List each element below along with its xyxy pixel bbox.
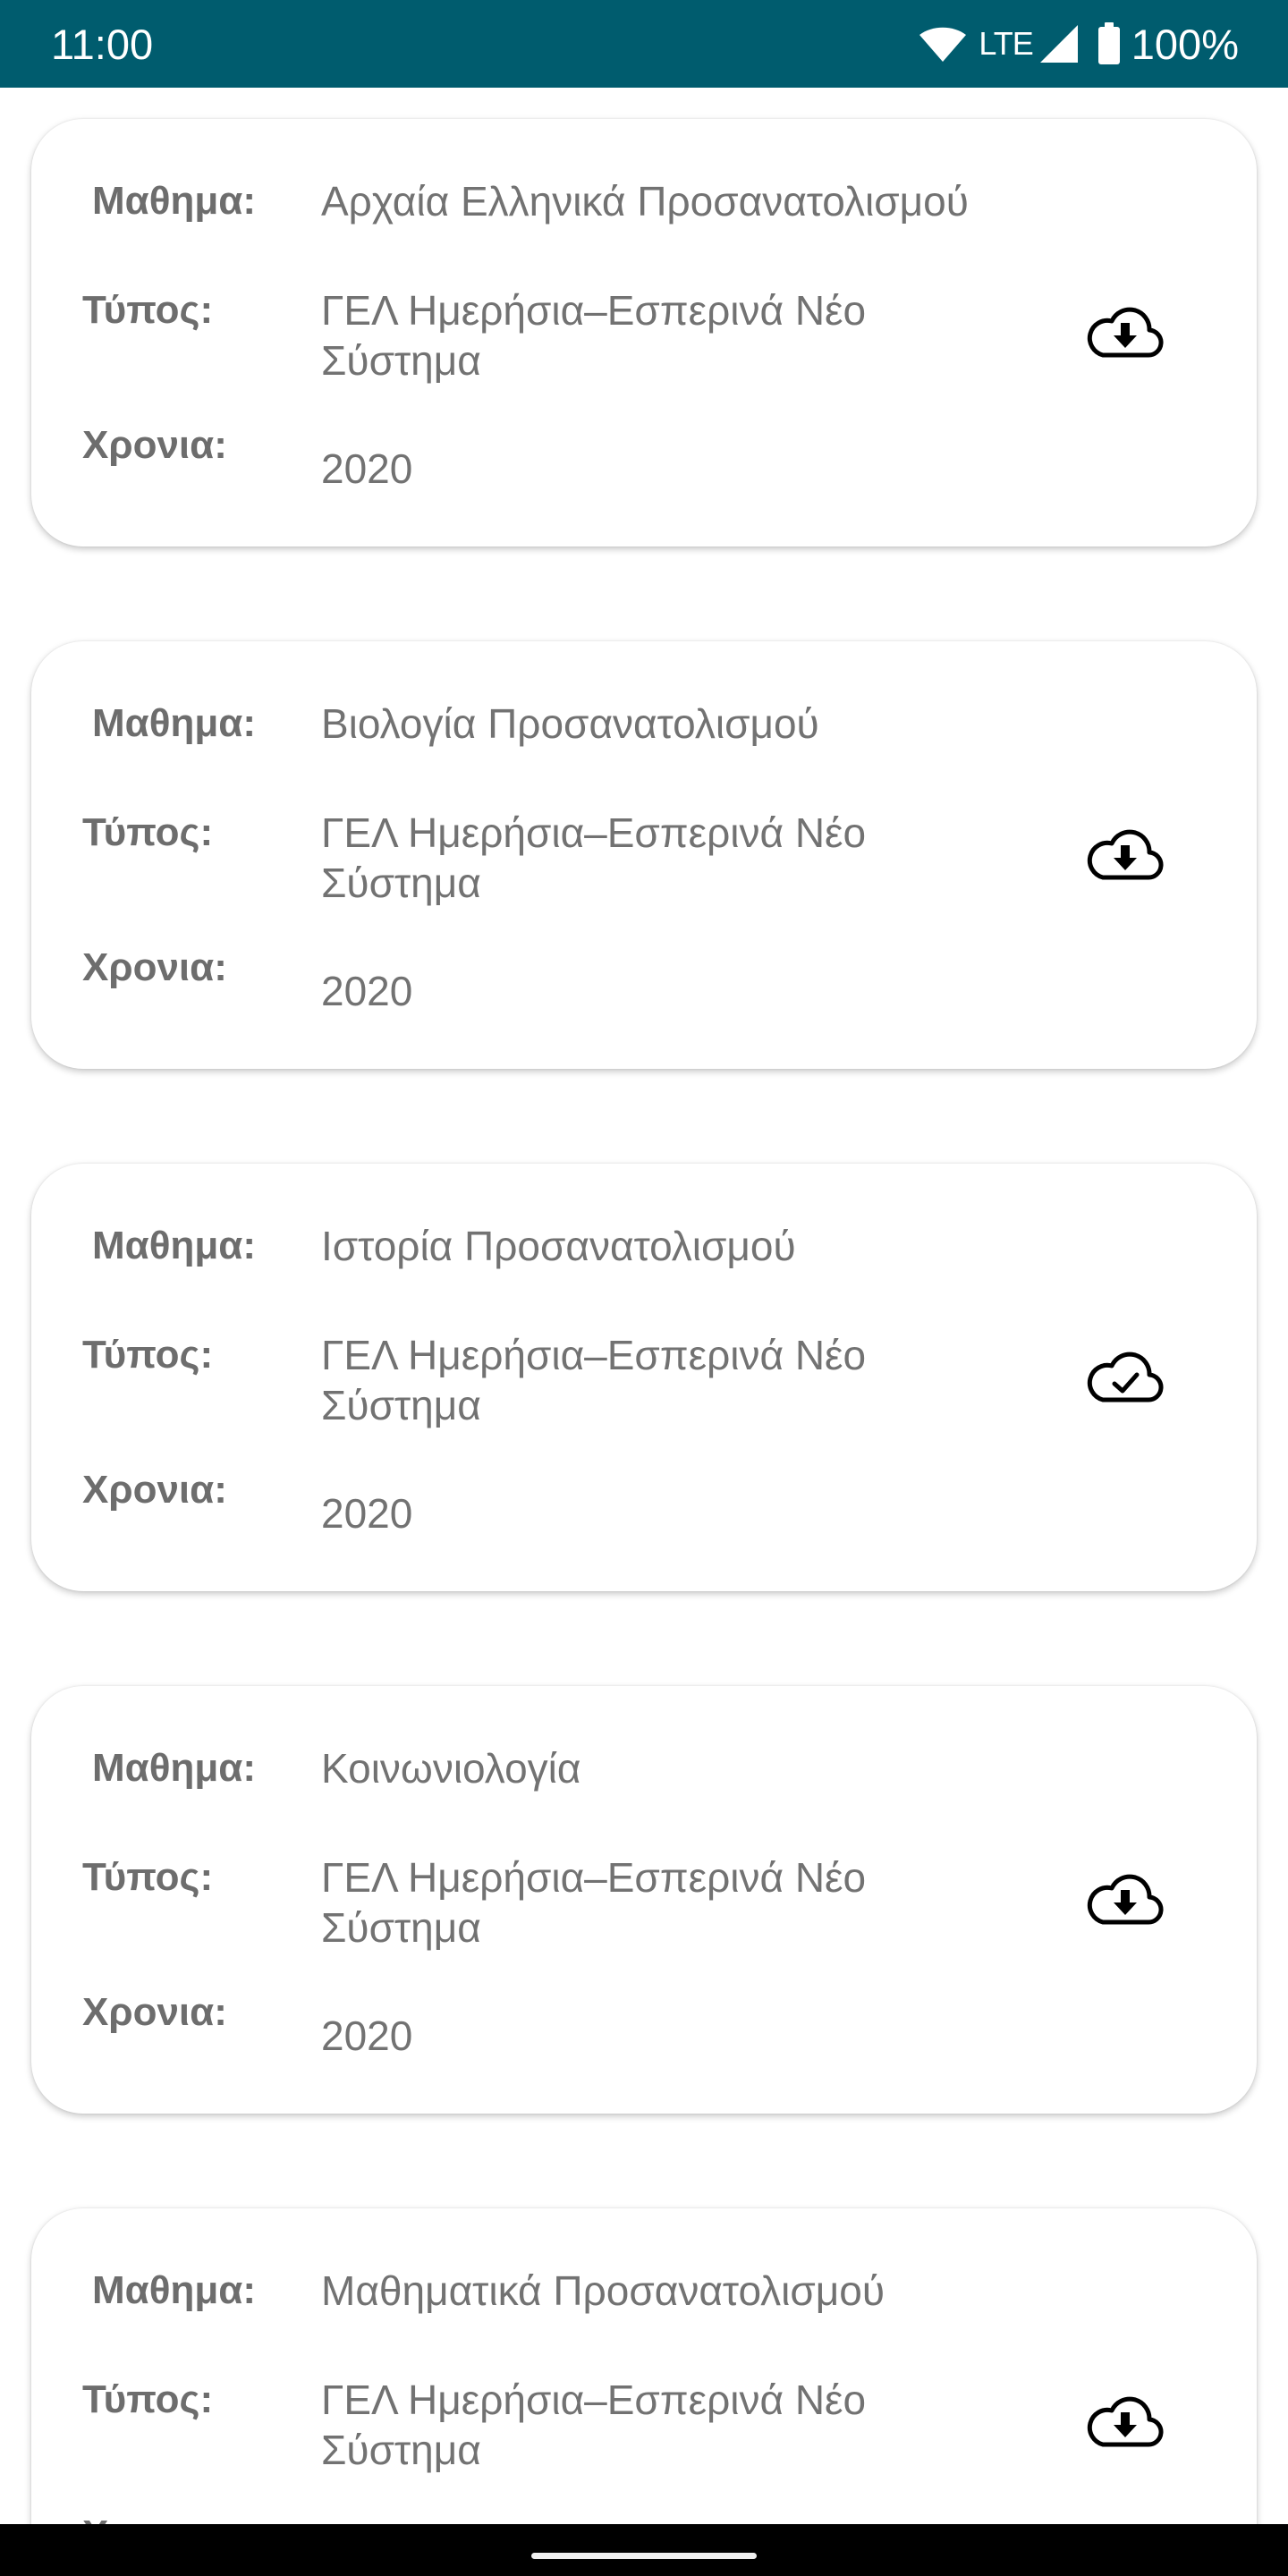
home-indicator[interactable] bbox=[531, 2553, 757, 2559]
subject-label: Μαθημα: bbox=[92, 701, 256, 745]
cloud-download-icon[interactable] bbox=[1085, 2393, 1164, 2450]
exam-list[interactable]: Μαθημα: Αρχαία Ελληνικά Προσανατολισμού … bbox=[0, 88, 1288, 2524]
year-value: 2020 bbox=[321, 968, 413, 1014]
battery-percentage: 100% bbox=[1131, 20, 1239, 68]
year-value: 2020 bbox=[321, 2012, 413, 2059]
year-label: Χρονια: bbox=[82, 1468, 227, 1512]
exam-card[interactable]: Μαθημα: Κοινωνιολογία Τύπος: ΓΕΛ Ημερήσι… bbox=[31, 1686, 1257, 2114]
type-label: Τύπος: bbox=[82, 2377, 214, 2421]
year-value: 2020 bbox=[321, 1490, 413, 1537]
subject-value: Κοινωνιολογία bbox=[321, 1745, 581, 1792]
type-value: ΓΕΛ Ημερήσια–Εσπερινά Νέο Σύστημα bbox=[321, 2377, 867, 2473]
type-label: Τύπος: bbox=[82, 288, 214, 332]
subject-value: Βιολογία Προσανατολισμού bbox=[321, 700, 819, 747]
type-label: Τύπος: bbox=[82, 1333, 214, 1377]
type-label: Τύπος: bbox=[82, 1855, 214, 1899]
exam-card[interactable]: Μαθημα: Μαθηματικά Προσανατολισμού Τύπος… bbox=[31, 2208, 1257, 2524]
type-value: ΓΕΛ Ημερήσια–Εσπερινά Νέο Σύστημα bbox=[321, 809, 867, 906]
cloud-download-icon[interactable] bbox=[1085, 826, 1164, 883]
year-label: Χρονια: bbox=[82, 945, 227, 989]
battery-icon bbox=[1097, 22, 1121, 65]
type-value: ΓΕΛ Ημερήσια–Εσπερινά Νέο Σύστημα bbox=[321, 287, 867, 384]
exam-card[interactable]: Μαθημα: Αρχαία Ελληνικά Προσανατολισμού … bbox=[31, 119, 1257, 547]
exam-card[interactable]: Μαθημα: Ιστορία Προσανατολισμού Τύπος: Γ… bbox=[31, 1164, 1257, 1591]
year-label: Χρονια: bbox=[82, 1990, 227, 2034]
subject-value: Αρχαία Ελληνικά Προσανατολισμού bbox=[321, 178, 969, 225]
type-value: ΓΕΛ Ημερήσια–Εσπερινά Νέο Σύστημα bbox=[321, 1332, 867, 1428]
status-time: 11:00 bbox=[51, 21, 154, 68]
cellular-signal-icon bbox=[1038, 23, 1080, 64]
subject-label: Μαθημα: bbox=[92, 1746, 256, 1790]
network-type-label: LTE bbox=[979, 25, 1033, 62]
year-label: Χρονια: bbox=[82, 2512, 227, 2524]
subject-value: Μαθηματικά Προσανατολισμού bbox=[321, 2267, 886, 2314]
cloud-download-icon[interactable] bbox=[1085, 1870, 1164, 1928]
status-indicators: LTE 100% bbox=[918, 18, 1239, 70]
year-value: 2020 bbox=[321, 445, 413, 492]
status-bar: 11:00 LTE 100% bbox=[0, 0, 1288, 88]
wifi-icon bbox=[918, 24, 968, 64]
subject-value: Ιστορία Προσανατολισμού bbox=[321, 1223, 796, 1269]
type-label: Τύπος: bbox=[82, 810, 214, 854]
subject-label: Μαθημα: bbox=[92, 2268, 256, 2312]
subject-label: Μαθημα: bbox=[92, 1224, 256, 1267]
cloud-download-icon[interactable] bbox=[1085, 303, 1164, 360]
navigation-bar bbox=[0, 2524, 1288, 2576]
type-value: ΓΕΛ Ημερήσια–Εσπερινά Νέο Σύστημα bbox=[321, 1854, 867, 1951]
subject-label: Μαθημα: bbox=[92, 179, 256, 223]
exam-card[interactable]: Μαθημα: Βιολογία Προσανατολισμού Τύπος: … bbox=[31, 641, 1257, 1069]
year-label: Χρονια: bbox=[82, 423, 227, 467]
cloud-check-icon[interactable] bbox=[1085, 1348, 1164, 1405]
